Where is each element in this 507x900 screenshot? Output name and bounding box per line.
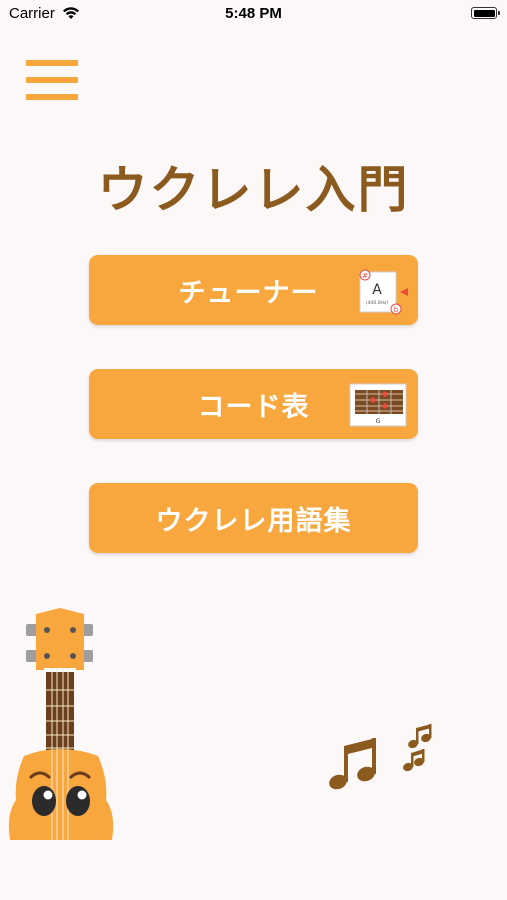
tuner-icon-frequency: (440.0Hz): [366, 300, 388, 306]
chord-chart-button[interactable]: コード表 G: [89, 369, 418, 439]
tuner-icon-note: A: [372, 282, 382, 298]
tuner-icon: # A (440.0Hz) b: [359, 269, 408, 315]
ukulele-character-illustration: [8, 608, 114, 840]
status-time: 5:48 PM: [225, 5, 282, 22]
battery-icon: [471, 7, 500, 19]
music-notes-icon: [329, 724, 432, 790]
glossary-button-label: ウクレレ用語集: [155, 505, 352, 537]
hamburger-menu-icon[interactable]: [26, 60, 78, 102]
glossary-button[interactable]: ウクレレ用語集: [89, 483, 418, 553]
tuner-icon-sharp: #: [362, 272, 368, 280]
chord-diagram-icon: G: [349, 383, 407, 427]
status-bar: Carrier 5:48 PM: [0, 0, 507, 30]
page-title: ウクレレ入門: [97, 161, 410, 219]
tuner-icon-flat: b: [394, 306, 399, 314]
tuner-button[interactable]: チューナー # A (440.0Hz) b: [89, 255, 418, 325]
chord-icon-label: G: [376, 418, 381, 425]
